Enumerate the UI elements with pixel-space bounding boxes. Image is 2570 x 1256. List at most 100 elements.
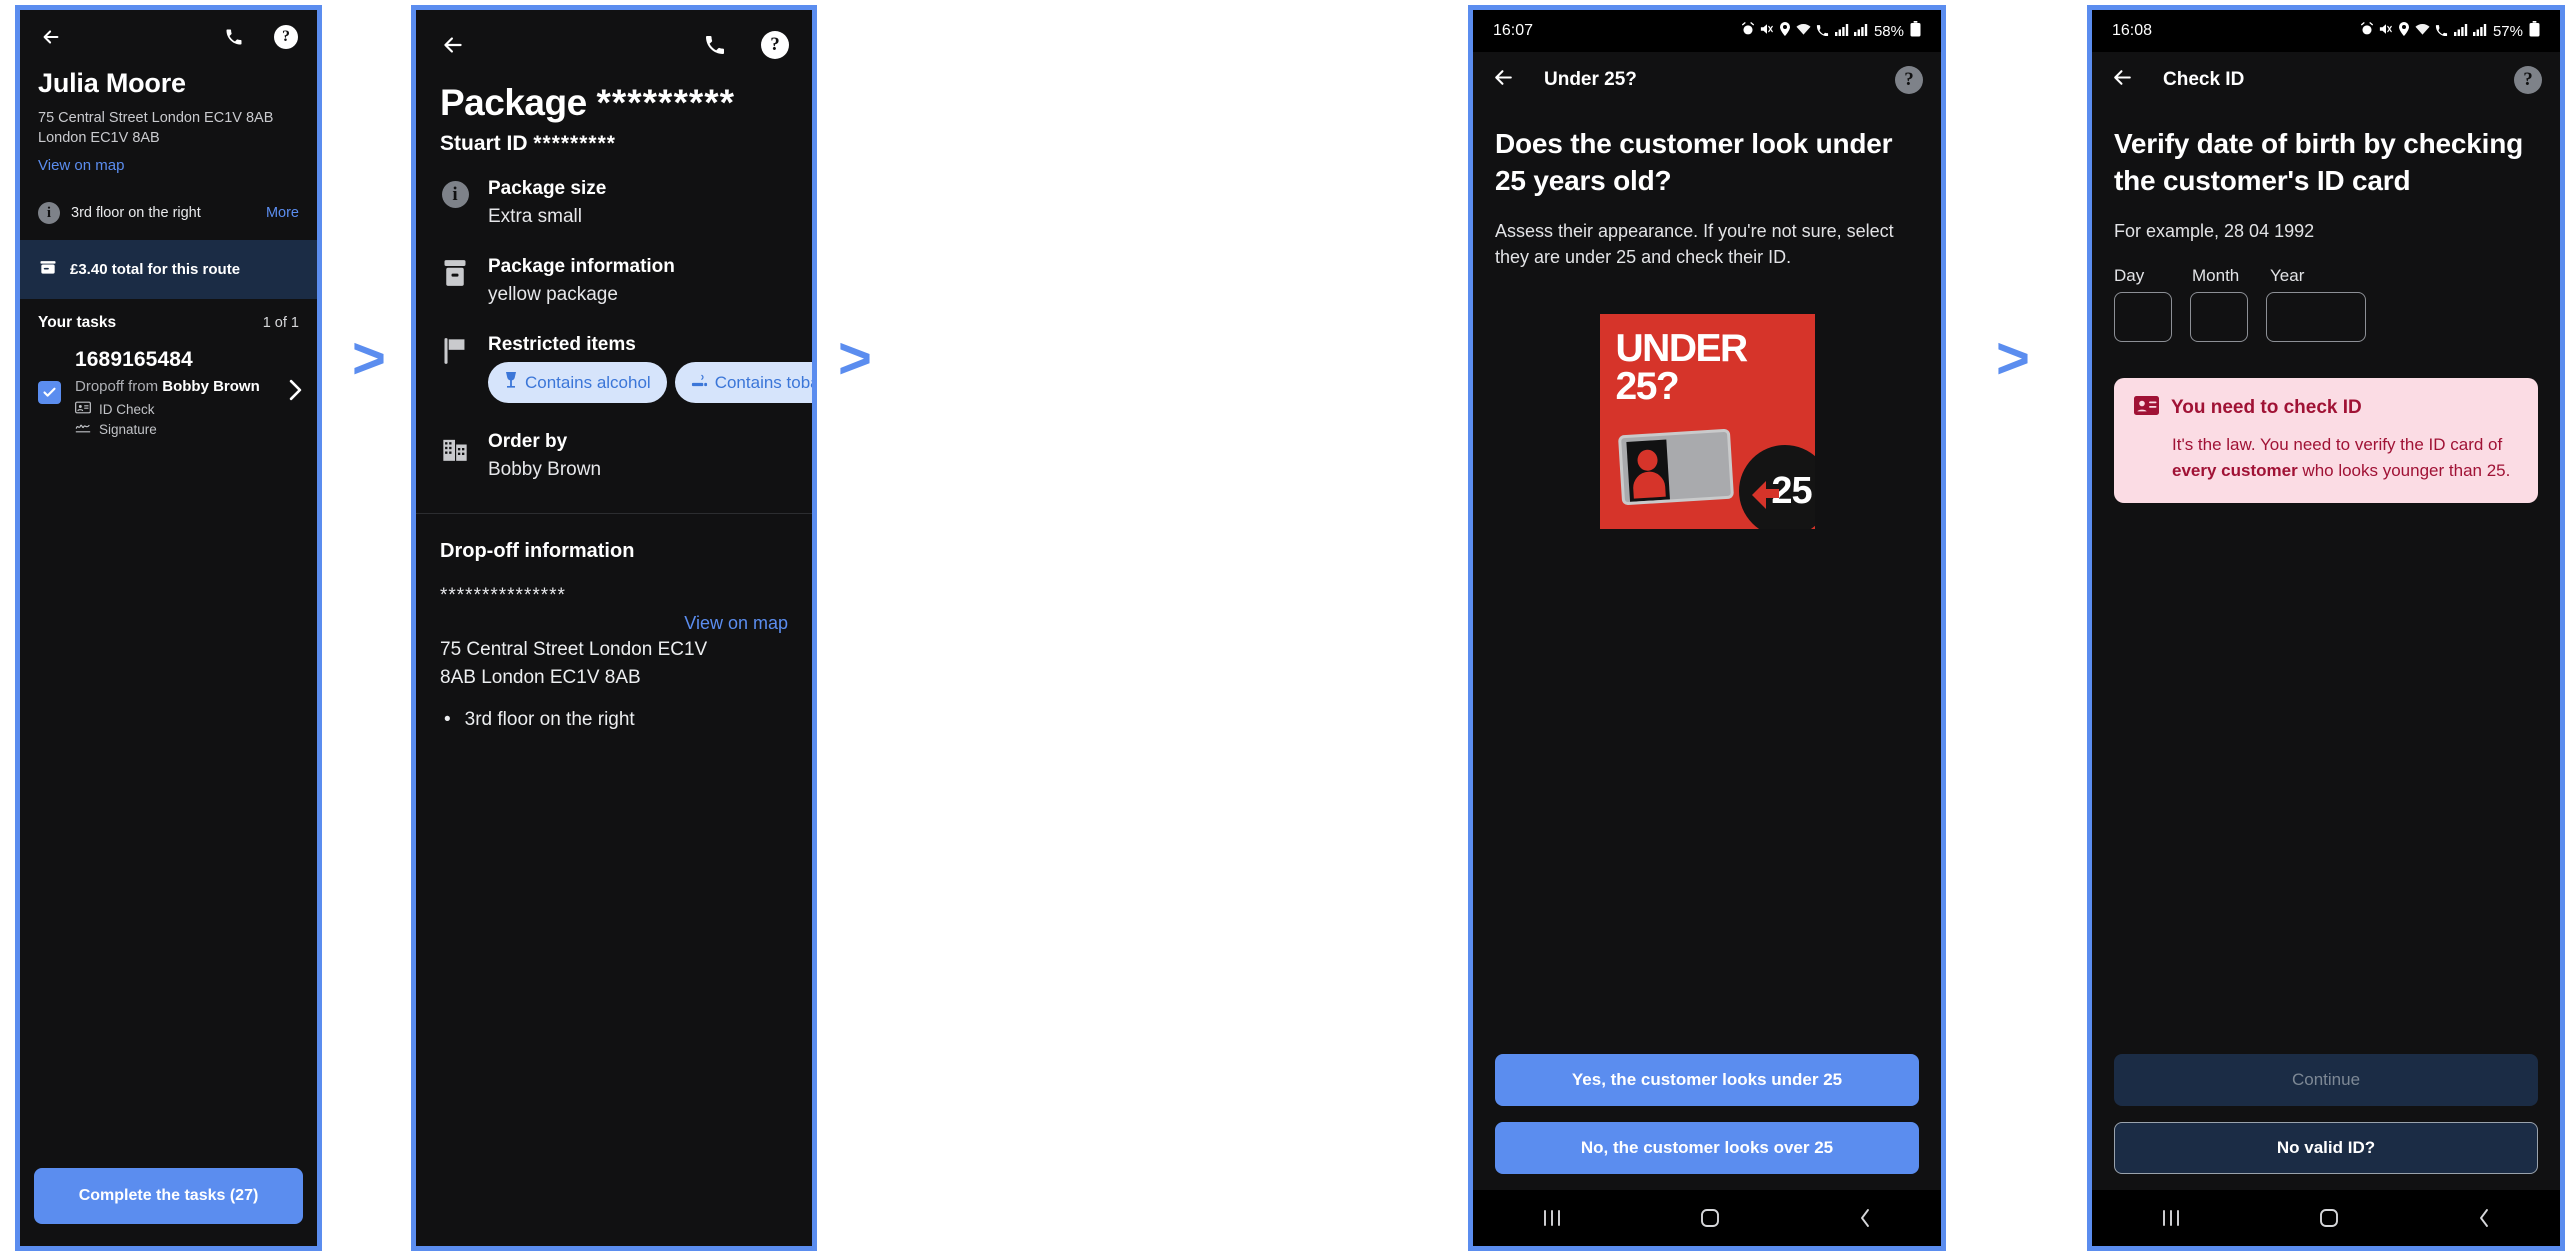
page-title: Julia Moore bbox=[38, 68, 186, 98]
location-icon bbox=[2398, 22, 2410, 40]
task-dropoff-name: Bobby Brown bbox=[162, 378, 260, 395]
route-total-text: £3.40 total for this route bbox=[70, 261, 241, 278]
more-link[interactable]: More bbox=[266, 205, 299, 221]
panel2-topbar: ? bbox=[416, 10, 812, 70]
flow-arrow-2: > bbox=[838, 326, 872, 391]
task-details-screen: ? Julia Moore 75 Central Street London E… bbox=[15, 5, 322, 1251]
back-arrow-icon[interactable] bbox=[438, 30, 468, 60]
recents-icon[interactable] bbox=[2158, 1207, 2184, 1229]
example-hint: For example, 28 04 1992 bbox=[2114, 220, 2315, 241]
package-title-value: ********* bbox=[596, 82, 736, 123]
view-on-map-link[interactable]: View on map bbox=[440, 613, 788, 634]
task-dropoff-prefix: Dropoff from bbox=[75, 378, 163, 395]
continue-button[interactable]: Continue bbox=[2114, 1054, 2538, 1106]
back-arrow-icon[interactable] bbox=[2110, 65, 2135, 95]
phone-icon[interactable] bbox=[700, 30, 730, 60]
address-line-1: 75 Central Street London EC1V 8AB bbox=[38, 110, 274, 126]
screen-body: Does the customer look under 25 years ol… bbox=[1473, 108, 1941, 1054]
tasks-section: Your tasks 1 of 1 1689165484 Dropoff fro… bbox=[20, 299, 317, 1154]
attribute-body: Restricted items Contains alcohol Contai… bbox=[488, 334, 812, 403]
appbar-title: Check ID bbox=[2163, 69, 2245, 90]
check-id-alert: You need to check ID It's the law. You n… bbox=[2114, 378, 2538, 503]
alert-text-2: who looks younger than 25. bbox=[2297, 460, 2511, 480]
attribute-value: Bobby Brown bbox=[488, 459, 602, 480]
year-input[interactable] bbox=[2266, 292, 2366, 342]
attribute-value: Extra small bbox=[488, 206, 582, 227]
dropoff-note: • 3rd floor on the right bbox=[440, 709, 788, 731]
month-label: Month bbox=[2192, 266, 2240, 285]
dropoff-address-line-2: 8AB London EC1V 8AB bbox=[440, 666, 641, 688]
chip-label: Contains tobacco bbox=[714, 372, 812, 392]
alert-header: You need to check ID bbox=[2134, 396, 2518, 420]
chevron-right-icon[interactable] bbox=[288, 379, 303, 407]
poster-silhouette-head bbox=[1636, 449, 1658, 472]
signal-icon-2 bbox=[2472, 23, 2487, 40]
year-label: Year bbox=[2270, 266, 2305, 285]
complete-tasks-button[interactable]: Complete the tasks (27) bbox=[34, 1168, 303, 1224]
poster-silhouette-body bbox=[1631, 470, 1666, 499]
chip-label: Contains alcohol bbox=[525, 372, 651, 392]
screen-body: Verify date of birth by checking the cus… bbox=[2092, 108, 2560, 1054]
attribute-label: Order by bbox=[488, 431, 568, 452]
stuart-id-row: Stuart ID ********* bbox=[440, 132, 788, 156]
customer-header: Julia Moore 75 Central Street London EC1… bbox=[20, 58, 317, 188]
dropoff-information-section: Drop-off information *************** Vie… bbox=[416, 514, 812, 731]
package-title-label: Package bbox=[440, 82, 587, 123]
no-over-25-button[interactable]: No, the customer looks over 25 bbox=[1495, 1122, 1919, 1174]
back-arrow-icon[interactable] bbox=[1491, 65, 1516, 95]
attribute-body: Order by Bobby Brown bbox=[488, 431, 788, 481]
back-icon[interactable] bbox=[2474, 1206, 2494, 1230]
home-icon[interactable] bbox=[1698, 1206, 1722, 1230]
attribute-body: Package size Extra small bbox=[488, 178, 788, 228]
task-checkbox[interactable] bbox=[38, 381, 61, 404]
day-input[interactable] bbox=[2114, 292, 2172, 342]
help-icon[interactable]: ? bbox=[2514, 66, 2542, 94]
check-id-screen: 16:08 57% Check ID ? Verify date of birt… bbox=[2087, 5, 2565, 1251]
customer-address: 75 Central Street London EC1V 8AB London… bbox=[38, 108, 299, 148]
tasks-count: 1 of 1 bbox=[262, 315, 299, 331]
flow-arrow-3: > bbox=[1996, 326, 2030, 391]
alert-body: It's the law. You need to verify the ID … bbox=[2134, 432, 2518, 483]
delivery-note-row: i 3rd floor on the right More bbox=[20, 188, 317, 240]
stuart-id-label: Stuart ID bbox=[440, 132, 528, 155]
list-item: i Package size Extra small bbox=[440, 178, 788, 228]
chip-contains-tobacco[interactable]: Contains tobacco bbox=[674, 362, 812, 403]
panel1-footer: Complete the tasks (27) bbox=[20, 1154, 317, 1246]
view-on-map-link[interactable]: View on map bbox=[38, 157, 299, 174]
help-icon[interactable]: ? bbox=[271, 22, 301, 52]
home-icon[interactable] bbox=[2317, 1206, 2341, 1230]
battery-percent: 58% bbox=[1873, 22, 1904, 40]
help-icon[interactable]: ? bbox=[1895, 66, 1923, 94]
task-dropoff: Dropoff from Bobby Brown bbox=[75, 378, 274, 395]
battery-percent: 57% bbox=[2492, 22, 2523, 40]
phone-icon[interactable] bbox=[219, 22, 249, 52]
page-title: Package ********* bbox=[440, 82, 788, 124]
alert-title: You need to check ID bbox=[2171, 397, 2362, 418]
page-title: Does the customer look under 25 years ol… bbox=[1495, 128, 1893, 196]
back-icon[interactable] bbox=[1855, 1206, 1875, 1230]
help-icon[interactable]: ? bbox=[760, 30, 790, 60]
no-valid-id-button[interactable]: No valid ID? bbox=[2114, 1122, 2538, 1174]
signature-icon bbox=[75, 421, 91, 437]
recents-icon[interactable] bbox=[1539, 1207, 1565, 1229]
month-input[interactable] bbox=[2190, 292, 2248, 342]
under-25-poster-image: UNDER 25? 25 bbox=[1599, 314, 1815, 530]
list-item[interactable]: 1689165484 Dropoff from Bobby Brown ID C… bbox=[20, 342, 317, 447]
restricted-items-chips: Contains alcohol Contains tobacco bbox=[488, 362, 812, 403]
status-time: 16:08 bbox=[2112, 22, 2153, 39]
panel1-topbar: ? bbox=[20, 10, 317, 58]
wifi-icon bbox=[1796, 23, 1811, 40]
attribute-value: yellow package bbox=[488, 284, 618, 305]
battery-icon bbox=[1910, 21, 1921, 41]
status-time: 16:07 bbox=[1493, 22, 1534, 39]
back-arrow-icon[interactable] bbox=[36, 22, 66, 52]
yes-under-25-button[interactable]: Yes, the customer looks under 25 bbox=[1495, 1054, 1919, 1106]
tasks-header: Your tasks 1 of 1 bbox=[20, 299, 317, 342]
chip-contains-alcohol[interactable]: Contains alcohol bbox=[488, 362, 667, 403]
bullet-icon: • bbox=[444, 709, 451, 731]
mute-icon bbox=[1760, 22, 1774, 40]
alert-text-bold: every customer bbox=[2172, 460, 2298, 480]
dropoff-address-line-1: 75 Central Street London EC1V bbox=[440, 639, 708, 660]
mute-icon bbox=[2379, 22, 2393, 40]
building-icon bbox=[440, 431, 470, 481]
